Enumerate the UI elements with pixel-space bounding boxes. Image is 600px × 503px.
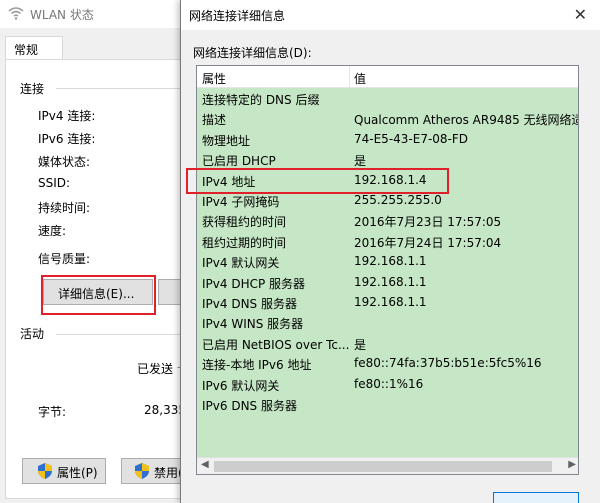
list-item[interactable]: 获得租约的时间 2016年7月23日 17:57:05 — [197, 210, 578, 230]
value-cell: 255.255.255.0 — [354, 193, 442, 207]
media-state-label: 媒体状态: — [38, 155, 91, 169]
property-cell: IPv4 默认网关 — [202, 256, 280, 271]
list-item[interactable]: IPv4 DNS 服务器 192.168.1.1 — [197, 292, 578, 312]
value-cell: fe80::1%16 — [354, 376, 424, 391]
list-item[interactable]: 连接-本地 IPv6 地址 fe80::74fa:37b5:b51e:5fc5%1… — [197, 353, 578, 373]
list-item[interactable]: IPv4 默认网关 192.168.1.1 — [197, 251, 578, 271]
property-cell: IPv4 DNS 服务器 — [202, 297, 297, 311]
value-cell: 2016年7月24日 17:57:04 — [354, 235, 502, 250]
property-cell: 物理地址 — [202, 133, 251, 148]
network-details-dialog: 网络连接详细信息 ✕ 网络连接详细信息(D): 属性 值 连接特定的 DNS 后… — [180, 0, 600, 503]
screen: WLAN 状态 常规 连接 IPv4 连接: IPv6 连接: 媒体状态: SS… — [0, 0, 600, 503]
column-separator[interactable] — [349, 66, 350, 88]
dialog-title: 网络连接详细信息 — [189, 9, 286, 23]
tab-general-label: 常规 — [14, 43, 39, 57]
value-cell: 是 — [354, 337, 367, 352]
list-item[interactable]: 连接特定的 DNS 后缀 — [197, 88, 578, 108]
dialog-title-bar: 网络连接详细信息 ✕ — [181, 0, 600, 30]
value-cell: fe80::74fa:37b5:b51e:5fc5%16 — [354, 356, 542, 371]
property-cell: IPv4 子网掩码 — [202, 195, 280, 209]
list-item[interactable]: IPv4 DHCP 服务器 192.168.1.1 — [197, 272, 578, 292]
property-cell: IPv6 默认网关 — [202, 378, 280, 393]
list-item[interactable]: 已启用 DHCP 是 — [197, 149, 578, 169]
connection-group-title: 连接 — [20, 82, 45, 96]
property-cell: 描述 — [202, 113, 227, 128]
sent-label: 已发送 — [137, 362, 174, 376]
list-item[interactable]: 租约过期的时间 2016年7月24日 17:57:04 — [197, 231, 578, 251]
horizontal-scrollbar[interactable]: ◀ ▶ — [197, 457, 578, 474]
list-item[interactable]: IPv6 默认网关 fe80::1%16 — [197, 374, 578, 394]
property-cell: 租约过期的时间 — [202, 235, 287, 250]
speed-label: 速度: — [38, 224, 67, 238]
details-list[interactable]: 属性 值 连接特定的 DNS 后缀 描述 Qualcomm Atheros AR94… — [196, 65, 579, 475]
close-icon[interactable]: ✕ — [574, 5, 587, 24]
list-item[interactable]: 物理地址 74-E5-43-E7-08-FD — [197, 129, 578, 149]
list-item[interactable]: IPv4 WINS 服务器 — [197, 312, 578, 332]
wifi-icon — [8, 7, 24, 20]
duration-label: 持续时间: — [38, 201, 91, 215]
property-cell: 已启用 NetBIOS over Tc... — [202, 337, 350, 352]
scroll-left-icon[interactable]: ◀ — [201, 459, 209, 470]
ipv4-address-highlight-box — [186, 168, 449, 194]
close-button[interactable] — [493, 492, 579, 503]
properties-button-label: 属性(P) — [57, 466, 98, 480]
value-cell: 是 — [354, 154, 367, 169]
scrollbar-thumb[interactable] — [214, 461, 552, 472]
ipv6-connectivity-label: IPv6 连接: — [38, 132, 96, 146]
property-cell: IPv4 WINS 服务器 — [202, 317, 304, 332]
column-property-header[interactable]: 属性 — [202, 70, 226, 87]
signal-quality-label: 信号质量: — [38, 252, 91, 266]
activity-group-title: 活动 — [20, 327, 45, 341]
property-cell: 连接特定的 DNS 后缀 — [202, 93, 320, 107]
list-item[interactable]: 已启用 NetBIOS over Tc... 是 — [197, 333, 578, 353]
value-cell: 192.168.1.1 — [354, 295, 427, 309]
divider — [56, 334, 186, 335]
value-cell: 2016年7月23日 17:57:05 — [354, 215, 502, 230]
shield-icon — [135, 463, 149, 479]
ssid-label: SSID: — [38, 176, 71, 190]
value-cell: 74-E5-43-E7-08-FD — [354, 131, 469, 146]
tab-general[interactable]: 常规 — [5, 36, 63, 60]
value-cell: 192.168.1.1 — [354, 274, 427, 289]
list-item[interactable]: 描述 Qualcomm Atheros AR9485 无线网络适配 — [197, 108, 579, 128]
value-cell: Qualcomm Atheros AR9485 无线网络适配 — [354, 113, 579, 128]
property-cell: IPv6 DNS 服务器 — [202, 399, 297, 413]
details-caption: 网络连接详细信息(D): — [193, 46, 312, 60]
disable-button-label: 禁用( — [154, 466, 183, 480]
wlan-window-title: WLAN 状态 — [30, 8, 94, 22]
column-value-header[interactable]: 值 — [354, 70, 366, 87]
details-highlight-box — [41, 275, 156, 315]
value-cell: 192.168.1.1 — [354, 254, 427, 269]
divider — [56, 88, 186, 89]
general-tab-panel: 连接 IPv4 连接: IPv6 连接: 媒体状态: SSID: 持续时间: 速… — [5, 59, 198, 499]
list-item[interactable]: IPv6 DNS 服务器 — [197, 394, 578, 414]
property-cell: IPv4 DHCP 服务器 — [202, 276, 306, 291]
property-cell: 连接-本地 IPv6 地址 — [202, 358, 312, 373]
shield-icon — [38, 463, 52, 479]
bytes-label: 字节: — [38, 405, 67, 419]
list-header: 属性 值 — [197, 66, 578, 88]
property-cell: 获得租约的时间 — [202, 215, 287, 230]
scroll-right-icon[interactable]: ▶ — [568, 459, 576, 470]
properties-button[interactable]: 属性(P) — [22, 458, 106, 484]
ipv4-connectivity-label: IPv4 连接: — [38, 109, 96, 123]
property-cell: 已启用 DHCP — [202, 154, 276, 169]
